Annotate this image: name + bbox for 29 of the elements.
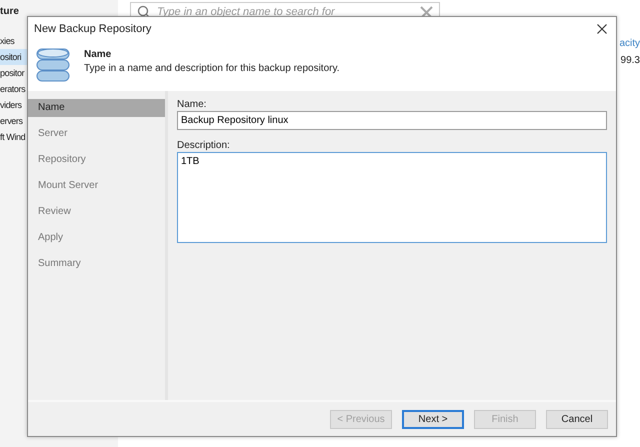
search-icon (137, 5, 151, 19)
field-label: Name: (177, 99, 208, 110)
clear-icon[interactable] (420, 6, 433, 18)
field-label: Description: (177, 140, 231, 151)
step-description: Type in a name and description for this backup repository. (84, 63, 340, 74)
column-header[interactable]: acity (619, 38, 640, 49)
wizard-button[interactable]: Next > (402, 410, 464, 428)
section-heading: ture (0, 6, 19, 17)
sidebar-item[interactable]: erators (0, 81, 27, 97)
wizard-step[interactable]: Server (28, 125, 165, 143)
sidebar-item[interactable]: ft Wind (0, 129, 27, 145)
sidebar-item[interactable]: xies (0, 33, 27, 49)
wizard-step[interactable]: Apply (28, 229, 165, 247)
wizard-step[interactable]: Review (28, 203, 165, 221)
table-cell: 99.3 (620, 55, 640, 66)
description-input[interactable]: 1TB (177, 152, 607, 243)
wizard-step[interactable]: Mount Server (28, 177, 165, 195)
wizard-step[interactable]: Name (28, 99, 165, 117)
sidebar-item[interactable]: ositori (0, 49, 27, 65)
sidebar-item[interactable]: viders (0, 97, 27, 113)
wizard-button[interactable]: Cancel (546, 410, 608, 428)
dialog-title: New Backup Repository (34, 23, 152, 35)
sidebar-item[interactable]: ervers (0, 113, 27, 129)
database-icon (36, 47, 70, 83)
wizard-step[interactable]: Repository (28, 151, 165, 169)
wizard-step[interactable]: Summary (28, 255, 165, 273)
step-title: Name (84, 49, 112, 60)
name-input[interactable]: Backup Repository linux (177, 111, 607, 130)
sidebar-item[interactable]: positor (0, 65, 27, 81)
